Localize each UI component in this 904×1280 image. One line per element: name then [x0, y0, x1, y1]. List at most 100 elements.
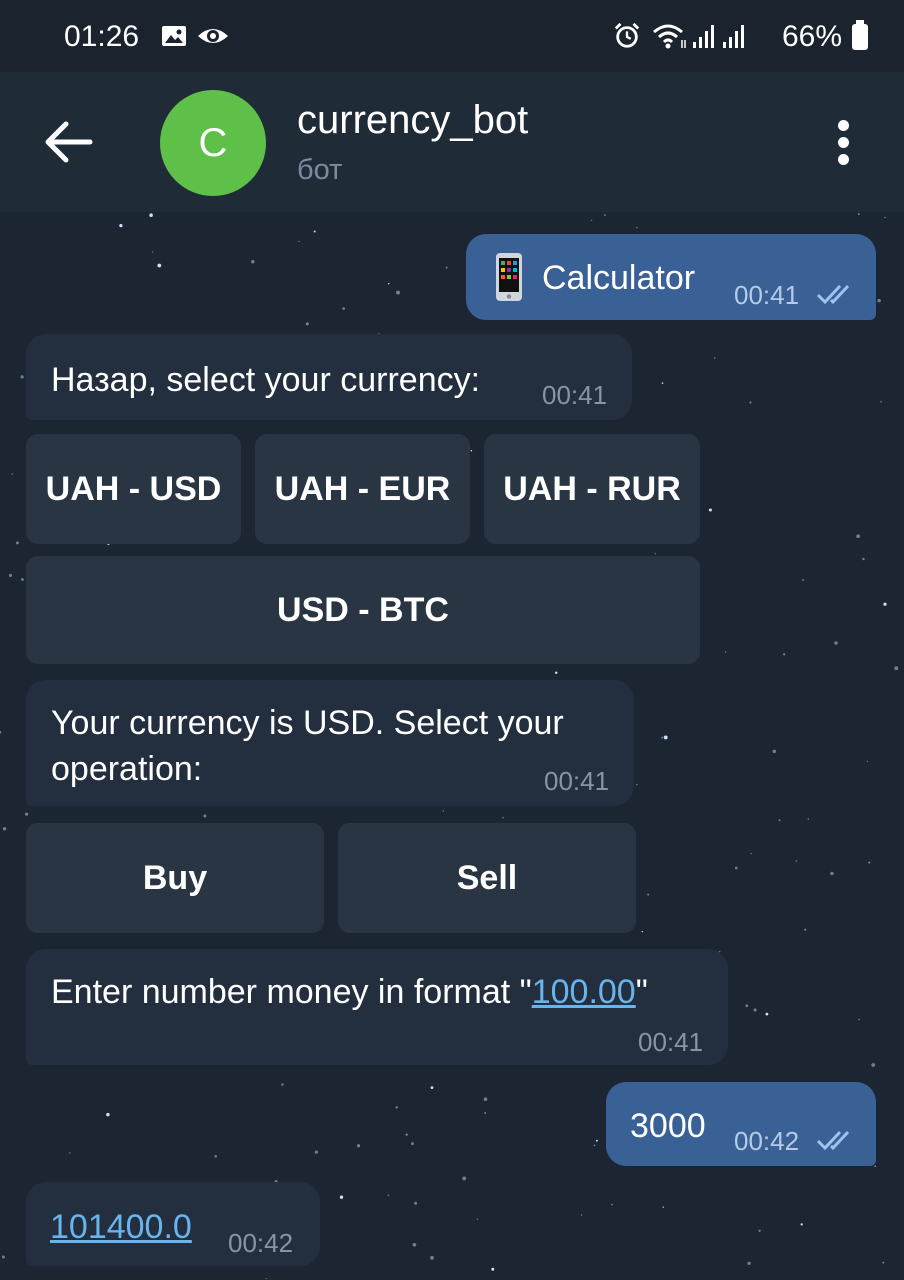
star-dot	[593, 1144, 596, 1147]
star-dot	[445, 266, 448, 269]
star-dot	[8, 573, 13, 577]
star-dot	[281, 1083, 284, 1086]
keyboard-button-sell[interactable]: Sell	[338, 823, 636, 933]
star-dot	[807, 818, 810, 820]
outgoing-message[interactable]: Calculator 00:41	[466, 234, 876, 320]
star-dot	[800, 1223, 803, 1226]
back-arrow-icon[interactable]	[44, 118, 96, 166]
star-dot	[783, 653, 786, 656]
incoming-message[interactable]: Назар, select your currency: 00:41	[26, 334, 632, 420]
star-dot	[884, 216, 886, 219]
star-dot	[298, 240, 300, 243]
star-dot	[802, 578, 804, 581]
star-dot	[611, 1203, 613, 1206]
star-dot	[476, 1218, 479, 1220]
star-dot	[462, 1176, 467, 1181]
star-dot	[395, 1106, 398, 1109]
star-dot	[654, 553, 656, 555]
star-dot	[414, 1201, 418, 1205]
star-dot	[203, 814, 207, 818]
star-dot	[387, 283, 390, 285]
star-dot	[483, 1097, 488, 1101]
star-dot	[2, 827, 7, 831]
star-dot	[491, 1267, 495, 1271]
star-dot	[795, 860, 798, 862]
alarm-icon	[614, 22, 640, 48]
star-dot	[604, 214, 606, 216]
star-dot	[765, 1012, 769, 1016]
star-dot	[713, 357, 716, 359]
status-bar: 01:26 66%	[0, 0, 904, 72]
incoming-message[interactable]: 101400.0 00:42	[26, 1182, 320, 1266]
star-dot	[883, 602, 887, 606]
star-dot	[749, 401, 752, 404]
star-dot	[265, 1277, 267, 1280]
star-dot	[149, 213, 153, 217]
double-check-icon	[816, 284, 850, 305]
outgoing-message[interactable]: 3000 00:42	[606, 1082, 876, 1166]
star-dot	[20, 375, 24, 379]
star-dot	[745, 1004, 749, 1008]
star-dot	[636, 226, 638, 229]
star-dot	[356, 1144, 361, 1148]
message-text: 3000	[630, 1107, 706, 1145]
star-dot	[708, 508, 712, 512]
keyboard-button-uah-eur[interactable]: UAH - EUR	[255, 434, 470, 544]
more-menu-icon[interactable]	[828, 120, 860, 166]
incoming-message[interactable]: Enter number money in format "100.00" 00…	[26, 949, 728, 1065]
star-dot	[314, 1150, 319, 1154]
keyboard-button-uah-usd[interactable]: UAH - USD	[26, 434, 241, 544]
star-dot	[554, 671, 558, 675]
chat-area[interactable]: Calculator 00:41 Назар, select your curr…	[0, 212, 904, 1280]
star-dot	[442, 810, 445, 812]
image-icon	[162, 26, 186, 46]
star-dot	[661, 736, 664, 739]
signal-icon	[723, 25, 744, 48]
avatar[interactable]: C	[160, 90, 266, 196]
star-dot	[470, 449, 473, 452]
star-dot	[882, 1261, 885, 1264]
star-dot	[251, 260, 255, 264]
star-dot	[0, 731, 2, 734]
chat-subtitle: бот	[297, 154, 343, 186]
star-dot	[724, 651, 727, 653]
message-text-line2: operation:	[51, 750, 203, 788]
star-dot	[151, 251, 154, 253]
wifi-icon	[653, 24, 686, 49]
message-link[interactable]: 101400.0	[50, 1208, 192, 1247]
star-dot	[396, 290, 400, 295]
star-dot	[661, 382, 664, 384]
star-dot	[20, 578, 24, 581]
star-dot	[342, 307, 346, 310]
star-dot	[412, 1242, 417, 1247]
status-time: 01:26	[64, 20, 140, 53]
keyboard-button-buy[interactable]: Buy	[26, 823, 324, 933]
star-dot	[430, 1086, 434, 1089]
star-dot	[856, 534, 860, 539]
message-time: 00:41	[638, 1027, 704, 1057]
message-time: 00:41	[544, 766, 610, 796]
incoming-message[interactable]: Your currency is USD. Select your operat…	[26, 680, 634, 806]
star-dot	[758, 1229, 761, 1232]
star-dot	[305, 322, 309, 326]
keyboard-button-uah-rur[interactable]: UAH - RUR	[484, 434, 700, 544]
message-text: Enter number money in format "100.00"	[51, 973, 648, 1012]
star-dot	[106, 1112, 110, 1117]
message-text: Назар, select your currency:	[51, 361, 481, 399]
star-dot	[862, 557, 865, 561]
star-dot	[868, 861, 871, 864]
star-dot	[430, 1256, 434, 1260]
star-dot	[405, 1133, 408, 1136]
keyboard-button-usd-btc[interactable]: USD - BTC	[26, 556, 700, 664]
chat-title[interactable]: currency_bot	[297, 98, 528, 143]
star-dot	[484, 1112, 487, 1114]
message-prefix: Enter number money in format "	[51, 973, 532, 1011]
mobile-phone-icon	[496, 253, 522, 301]
star-dot	[636, 783, 638, 786]
star-dot	[858, 1018, 860, 1021]
message-link[interactable]: 100.00	[532, 973, 636, 1011]
star-dot	[502, 816, 504, 819]
eye-icon	[198, 29, 228, 43]
chat-header: C currency_bot бот	[0, 72, 904, 212]
star-dot	[866, 760, 869, 763]
